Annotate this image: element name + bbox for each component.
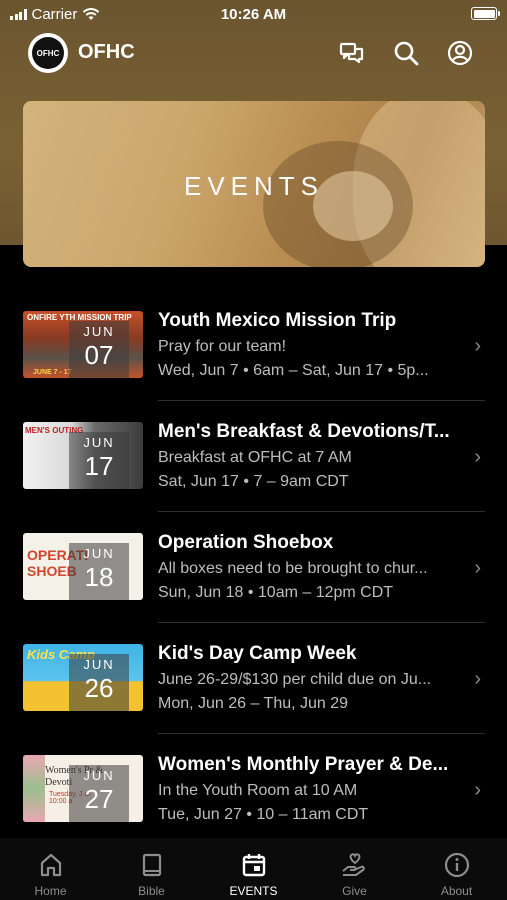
date-month: JUN xyxy=(83,435,115,450)
date-month: JUN xyxy=(83,768,115,783)
event-row[interactable]: Kids Camp JUN 26 Kid's Day Camp Week Jun… xyxy=(0,623,507,734)
info-icon xyxy=(442,850,472,880)
event-subtitle: Pray for our team! xyxy=(158,338,287,355)
event-thumbnail: MEN'S OUTING JUN 17 xyxy=(23,422,143,489)
event-thumbnail: Kids Camp JUN 26 xyxy=(23,644,143,711)
date-badge: JUN 17 xyxy=(69,432,129,489)
date-badge: JUN 27 xyxy=(69,765,129,822)
tab-label: Home xyxy=(34,884,67,898)
event-row[interactable]: OPERATI SHOEB JUN 18 Operation Shoebox A… xyxy=(0,512,507,623)
event-time: Wed, Jun 7 • 6am – Sat, Jun 17 • 5p... xyxy=(158,362,429,379)
thumb-caption-2: JUNE 7 - 17 xyxy=(33,369,72,376)
tab-about[interactable]: About xyxy=(406,838,507,900)
date-month: JUN xyxy=(83,657,115,672)
event-time: Mon, Jun 26 – Thu, Jun 29 xyxy=(158,695,349,712)
event-title: Operation Shoebox xyxy=(158,532,334,553)
event-subtitle: In the Youth Room at 10 AM xyxy=(158,782,358,799)
battery-icon xyxy=(471,7,500,20)
date-badge: JUN 07 xyxy=(69,321,129,378)
event-row[interactable]: ONFIRE YTH MISSION TRIP JUNE 7 - 17 JUN … xyxy=(0,290,507,401)
tab-label: Bible xyxy=(138,884,165,898)
tab-events[interactable]: EVENTS xyxy=(203,838,304,900)
tab-give[interactable]: Give xyxy=(304,838,405,900)
tab-label: About xyxy=(440,884,473,898)
event-time: Tue, Jun 27 • 10 – 11am CDT xyxy=(158,806,369,823)
chevron-right-icon: › xyxy=(474,668,481,690)
date-day: 17 xyxy=(84,451,114,481)
date-day: 18 xyxy=(84,562,114,592)
hand-heart-icon xyxy=(340,850,370,880)
tab-label: EVENTS xyxy=(229,884,278,898)
logo-text: OFHC xyxy=(32,37,64,69)
event-subtitle: Breakfast at OFHC at 7 AM xyxy=(158,449,352,466)
date-badge: JUN 26 xyxy=(69,654,129,711)
tab-home[interactable]: Home xyxy=(0,838,101,900)
chevron-right-icon: › xyxy=(474,779,481,801)
date-month: JUN xyxy=(83,324,115,339)
event-subtitle: June 26-29/$130 per child due on Ju... xyxy=(158,671,432,688)
chevron-right-icon: › xyxy=(474,335,481,357)
event-row[interactable]: Women's Pr & Devoti Tuesday, J at 10:00 … xyxy=(0,734,507,845)
event-title: Kid's Day Camp Week xyxy=(158,643,357,664)
tab-label: Give xyxy=(342,884,367,898)
search-button[interactable] xyxy=(392,39,420,67)
chevron-right-icon: › xyxy=(474,446,481,468)
app-title: OFHC xyxy=(78,41,135,63)
event-thumbnail: Women's Pr & Devoti Tuesday, J at 10:00 … xyxy=(23,755,143,822)
banner-title: EVENTS xyxy=(183,171,325,201)
church-logo[interactable]: OFHC xyxy=(28,33,68,73)
chat-icon xyxy=(339,42,364,64)
chat-button[interactable] xyxy=(338,39,366,67)
profile-button[interactable] xyxy=(446,39,474,67)
home-icon xyxy=(36,850,66,880)
date-month: JUN xyxy=(83,546,115,561)
date-day: 26 xyxy=(84,673,114,703)
event-title: Youth Mexico Mission Trip xyxy=(158,310,397,331)
event-subtitle: All boxes need to be brought to chur... xyxy=(158,560,428,577)
event-thumbnail: ONFIRE YTH MISSION TRIP JUNE 7 - 17 JUN … xyxy=(23,311,143,378)
date-day: 27 xyxy=(84,784,114,814)
tab-bar: Home Bible EVENTS Give About xyxy=(0,838,507,900)
search-icon xyxy=(394,41,419,66)
profile-icon xyxy=(447,40,473,66)
app-bar: OFHC OFHC xyxy=(0,30,507,76)
event-time: Sat, Jun 17 • 7 – 9am CDT xyxy=(158,473,349,490)
event-thumbnail: OPERATI SHOEB JUN 18 xyxy=(23,533,143,600)
event-title: Men's Breakfast & Devotions/T... xyxy=(158,421,450,442)
calendar-icon xyxy=(239,850,269,880)
status-time: 10:26 AM xyxy=(220,6,287,23)
date-badge: JUN 18 xyxy=(69,543,129,600)
book-icon xyxy=(137,850,167,880)
event-title: Women's Monthly Prayer & De... xyxy=(158,754,449,775)
date-day: 07 xyxy=(84,340,114,370)
chevron-right-icon: › xyxy=(474,557,481,579)
events-banner: EVENTS xyxy=(23,101,485,267)
tab-bible[interactable]: Bible xyxy=(101,838,202,900)
event-time: Sun, Jun 18 • 10am – 12pm CDT xyxy=(158,584,394,601)
event-row[interactable]: MEN'S OUTING JUN 17 Men's Breakfast & De… xyxy=(0,401,507,512)
status-bar: Carrier 10:26 AM xyxy=(0,0,507,30)
